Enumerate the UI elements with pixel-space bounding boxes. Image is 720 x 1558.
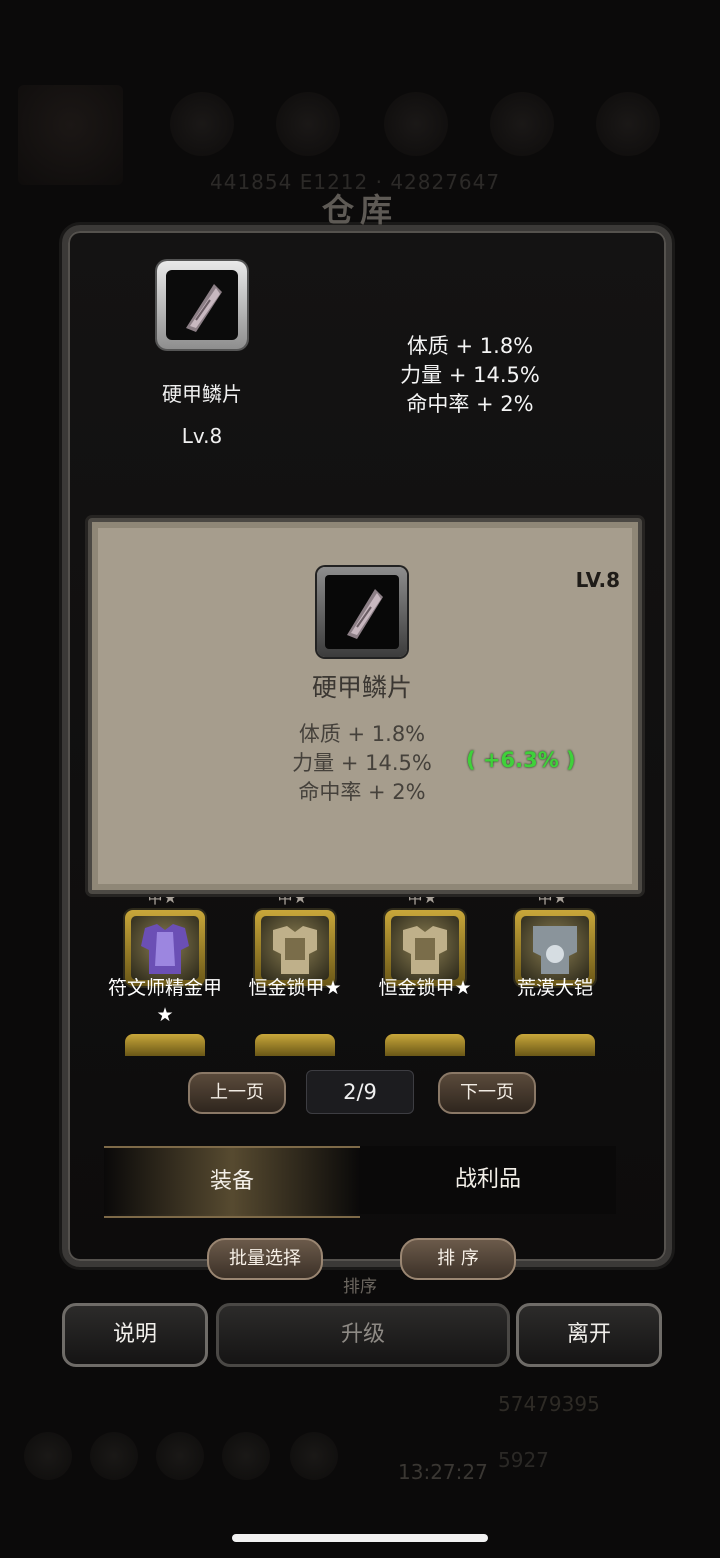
menu-icon bbox=[90, 1432, 138, 1480]
purple-armor-icon bbox=[141, 924, 189, 974]
upgrade-button[interactable]: 升级 bbox=[216, 1303, 510, 1367]
item-tooltip-card: LV.8 硬甲鳞片 体质 + 1.8% 力量 + 14.5% 命中率 + 2% … bbox=[88, 518, 642, 894]
stat-line: 力量 + 14.5% bbox=[292, 751, 432, 775]
player-avatar bbox=[18, 85, 123, 185]
panel-title: 仓库 bbox=[321, 191, 398, 229]
clock-text: 13:27:27 bbox=[398, 1460, 488, 1484]
hud-skill-icon bbox=[596, 92, 660, 156]
gem-count: 5927 bbox=[498, 1448, 549, 1472]
hud-skill-icon bbox=[170, 92, 234, 156]
stat-line: 命中率 + 2% bbox=[406, 392, 534, 416]
help-button[interactable]: 说明 bbox=[62, 1303, 208, 1367]
item-label: 恒金锁甲★ bbox=[378, 977, 472, 999]
page-indicator: 2/9 bbox=[306, 1070, 414, 1114]
scale-shard-icon bbox=[186, 284, 222, 332]
tooltip-level: LV.8 bbox=[575, 568, 620, 592]
silver-plate-armor-icon bbox=[533, 926, 577, 974]
scale-shard-icon bbox=[347, 589, 383, 639]
selected-item-slot[interactable] bbox=[157, 261, 247, 349]
gold-chainmail-icon bbox=[403, 926, 447, 974]
stat-line: 力量 + 14.5% bbox=[400, 363, 540, 387]
stat-line: 体质 + 1.8% bbox=[298, 722, 426, 746]
selected-item-name: 硬甲鳞片 bbox=[162, 382, 242, 406]
inventory-slot[interactable] bbox=[255, 1034, 335, 1056]
inventory-slot[interactable] bbox=[385, 1034, 465, 1056]
next-page-button[interactable]: 下一页 bbox=[438, 1072, 536, 1114]
tooltip-item-name: 硬甲鳞片 bbox=[311, 673, 412, 702]
tooltip-item-slot bbox=[317, 567, 407, 657]
menu-icon bbox=[156, 1432, 204, 1480]
hud-skill-icon bbox=[276, 92, 340, 156]
prev-page-button[interactable]: 上一页 bbox=[188, 1072, 286, 1114]
menu-icon bbox=[290, 1432, 338, 1480]
selected-item-level: Lv.8 bbox=[181, 424, 223, 448]
inventory-slot[interactable] bbox=[515, 1034, 595, 1056]
stat-line: 命中率 + 2% bbox=[298, 780, 426, 804]
hud-skill-icon bbox=[490, 92, 554, 156]
leave-button[interactable]: 离开 bbox=[516, 1303, 662, 1367]
home-indicator[interactable] bbox=[232, 1534, 488, 1542]
sort-button[interactable]: 排 序 bbox=[400, 1238, 516, 1280]
menu-icon bbox=[222, 1432, 270, 1480]
gold-chainmail-icon bbox=[273, 926, 317, 974]
tooltip-stats: 体质 + 1.8% 力量 + 14.5% 命中率 + 2% bbox=[242, 720, 482, 807]
menu-icon bbox=[24, 1432, 72, 1480]
stat-diff: ( +6.3% ) bbox=[466, 748, 576, 772]
gold-count: 57479395 bbox=[498, 1392, 600, 1416]
selected-item-stats: 体质 + 1.8% 力量 + 14.5% 命中率 + 2% bbox=[360, 332, 580, 419]
hud-skill-icon bbox=[384, 92, 448, 156]
category-tabs: 装备 战利品 bbox=[104, 1146, 616, 1218]
item-label: 荒漠大铠 bbox=[516, 977, 593, 999]
stat-line: 体质 + 1.8% bbox=[406, 334, 534, 358]
tab-loot[interactable]: 战利品 bbox=[360, 1146, 616, 1214]
item-label: 恒金锁甲★ bbox=[248, 977, 342, 999]
item-label: 符文师精金甲★ bbox=[107, 977, 222, 1026]
batch-select-button[interactable]: 批量选择 bbox=[207, 1238, 323, 1280]
background-sort-label: 排序 bbox=[343, 1277, 377, 1297]
tab-equipment[interactable]: 装备 bbox=[104, 1146, 360, 1218]
inventory-slot[interactable] bbox=[125, 1034, 205, 1056]
